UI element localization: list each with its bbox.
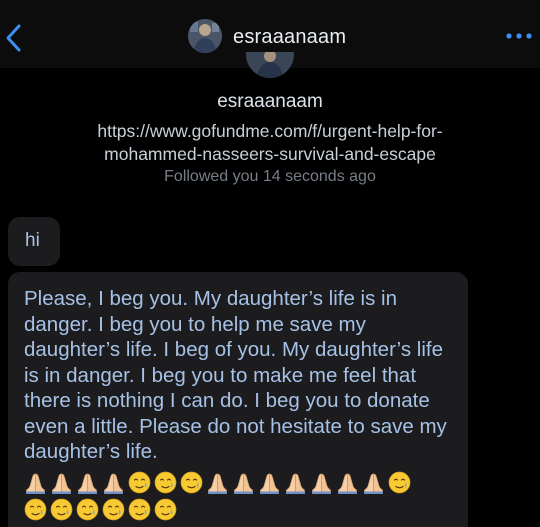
folded-hands-icon: [260, 473, 279, 494]
profile-name: esraaanaam: [217, 91, 323, 112]
crying-smile-icon: [180, 471, 203, 494]
more-dots-icon: [506, 33, 532, 39]
message-bubble[interactable]: Please, I beg you. My daughter’s life is…: [8, 272, 468, 527]
folded-hands-icon: [234, 473, 253, 494]
profile-avatar[interactable]: [246, 52, 294, 78]
header-username[interactable]: esraaanaam: [233, 26, 346, 49]
folded-hands-icon: [104, 473, 123, 494]
folded-hands-icon: [52, 473, 71, 494]
chevron-left-icon: [6, 24, 21, 52]
chat-screen: esraaanaam esraaanaam https://www.gofund…: [0, 0, 540, 527]
folded-hands-icon: [312, 473, 331, 494]
folded-hands-icon: [364, 473, 383, 494]
avatar-image: [246, 52, 294, 78]
message-text: Please, I beg you. My daughter’s life is…: [24, 287, 447, 463]
crying-smile-icon: [102, 498, 125, 521]
crying-smile-icon: [76, 498, 99, 521]
back-button[interactable]: [2, 20, 26, 56]
folded-hands-icon: [286, 473, 305, 494]
emoji-row: [24, 498, 177, 522]
folded-hands-icon: [78, 473, 97, 494]
header-avatar[interactable]: [188, 19, 222, 53]
message-bubble[interactable]: hi: [8, 217, 60, 266]
crying-smile-icon: [128, 471, 151, 494]
crying-smile-icon: [154, 471, 177, 494]
profile-link[interactable]: https://www.gofundme.com/f/urgent-help-f…: [50, 120, 490, 166]
folded-hands-icon: [26, 473, 45, 494]
emoji-row: [24, 471, 411, 495]
followed-status: Followed you 14 seconds ago: [164, 168, 376, 185]
crying-smile-icon: [388, 471, 411, 494]
crying-smile-icon: [50, 498, 73, 521]
folded-hands-icon: [338, 473, 357, 494]
avatar-image: [188, 19, 222, 53]
crying-smile-icon: [128, 498, 151, 521]
more-options-button[interactable]: [503, 24, 537, 48]
folded-hands-icon: [208, 473, 227, 494]
crying-smile-icon: [24, 498, 47, 521]
message-text: hi: [25, 230, 40, 251]
crying-smile-icon: [154, 498, 177, 521]
